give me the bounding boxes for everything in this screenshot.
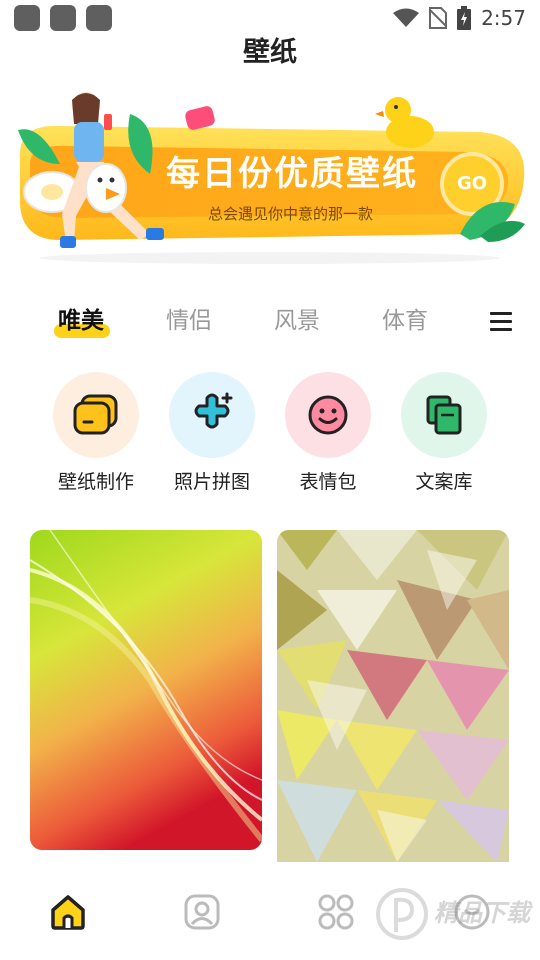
clock-time: 2:57 xyxy=(481,6,526,30)
tab-scenery[interactable]: 风景 xyxy=(274,298,320,344)
battery-charging-icon xyxy=(457,6,472,30)
notification-icon xyxy=(86,5,112,31)
wallpaper-make-icon xyxy=(53,372,139,458)
wallpaper-thumbnail xyxy=(30,530,262,850)
grid-apps-icon[interactable] xyxy=(314,890,358,934)
tool-photo-collage[interactable]: 照片拼图 xyxy=(157,372,267,494)
notification-icon xyxy=(14,5,40,31)
watermark-text: 精品下载 xyxy=(434,899,530,927)
category-menu-icon[interactable] xyxy=(490,312,512,332)
tab-weimei[interactable]: 唯美 xyxy=(58,298,104,344)
tool-copy-library[interactable]: 文案库 xyxy=(389,372,499,494)
puzzle-sparkle-icon xyxy=(169,372,255,458)
wallpaper-thumbnail xyxy=(277,530,509,862)
banner-title: 每日份优质壁纸 xyxy=(166,154,418,194)
tool-label: 文案库 xyxy=(415,471,473,493)
profile-card-icon[interactable] xyxy=(180,890,224,934)
tool-wallpaper-make[interactable]: 壁纸制作 xyxy=(41,372,151,494)
go-button[interactable]: GO xyxy=(452,171,492,197)
home-icon[interactable] xyxy=(46,890,90,934)
status-bar: 2:57 xyxy=(0,0,540,36)
wifi-icon xyxy=(393,8,420,27)
category-tabs: 唯美 情侣 风景 体育 xyxy=(0,298,540,348)
page-title: 壁纸 xyxy=(243,37,297,68)
smiley-icon xyxy=(285,372,371,458)
tool-label: 壁纸制作 xyxy=(57,471,134,493)
tab-sports[interactable]: 体育 xyxy=(382,298,428,344)
tab-couple[interactable]: 情侣 xyxy=(166,298,212,344)
no-sim-icon xyxy=(429,7,448,29)
copy-library-icon xyxy=(401,372,487,458)
notification-icon xyxy=(50,5,76,31)
tool-emoji-pack[interactable]: 表情包 xyxy=(273,372,383,494)
wallpaper-card[interactable] xyxy=(30,530,262,850)
banner-subtitle: 总会遇见你中意的那一款 xyxy=(208,205,374,223)
wallpaper-card[interactable] xyxy=(277,530,509,862)
tool-label: 照片拼图 xyxy=(173,471,250,493)
watermark-logo: 精品下载 xyxy=(376,882,532,946)
tool-label: 表情包 xyxy=(299,471,357,493)
promo-banner[interactable]: 每日份优质壁纸 总会遇见你中意的那一款 GO xyxy=(0,84,540,274)
